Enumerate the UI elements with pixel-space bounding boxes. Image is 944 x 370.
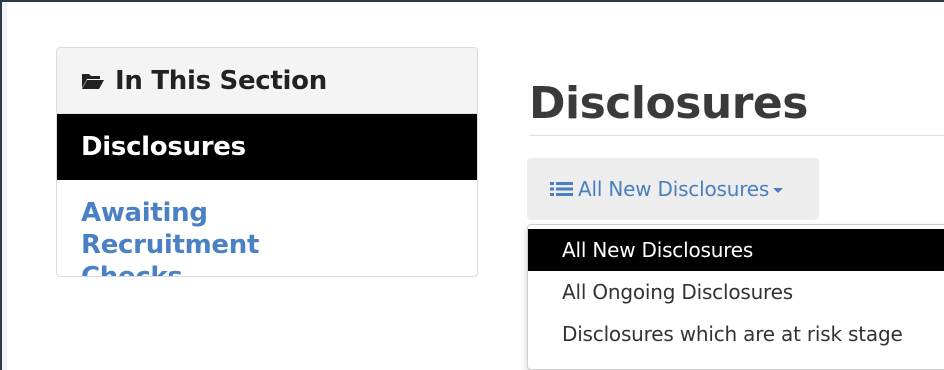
menu-item-at-risk-disclosures[interactable]: Disclosures which are at risk stage — [528, 313, 944, 355]
sidebar-header: In This Section — [57, 48, 477, 114]
list-icon — [550, 182, 573, 196]
disclosure-filter-menu: All New Disclosures All Ongoing Disclosu… — [527, 224, 944, 370]
page-title: Disclosures — [529, 78, 808, 129]
caret-down-icon — [773, 187, 784, 193]
section-sidebar: In This Section Disclosures Awaiting Rec… — [56, 47, 478, 277]
folder-open-icon — [82, 73, 104, 89]
dropdown-selected-label: All New Disclosures — [578, 177, 770, 201]
sidebar-item-awaiting-recruitment-checks[interactable]: Awaiting Recruitment Checks — [57, 180, 387, 276]
menu-item-all-new-disclosures[interactable]: All New Disclosures — [528, 229, 944, 271]
title-divider — [529, 135, 944, 136]
frame-shade — [2, 2, 7, 370]
sidebar-title: In This Section — [115, 65, 327, 96]
disclosure-filter-dropdown[interactable]: All New Disclosures — [527, 158, 819, 220]
sidebar-item-label: Disclosures — [81, 132, 246, 162]
menu-item-all-ongoing-disclosures[interactable]: All Ongoing Disclosures — [528, 271, 944, 313]
sidebar-item-disclosures[interactable]: Disclosures — [57, 114, 477, 180]
